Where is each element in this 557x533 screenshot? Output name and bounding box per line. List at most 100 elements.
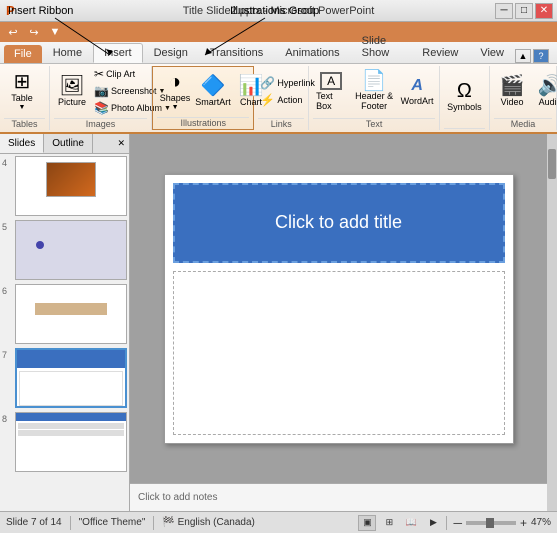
maximize-button[interactable]: □ <box>515 3 533 19</box>
zoom-out-button[interactable]: ─ <box>451 516 464 530</box>
theme-info: "Office Theme" <box>79 517 146 528</box>
slide-number-8: 8 <box>2 412 12 424</box>
tab-review[interactable]: Review <box>411 43 469 63</box>
symbols-icon: Ω <box>457 81 472 101</box>
slide-item-5[interactable]: 5 <box>2 220 127 280</box>
textbox-icon: A <box>320 72 342 90</box>
ribbon-group-media: 🎬 Video 🔊 Audio Media <box>490 66 557 130</box>
ribbon-group-symbols: Ω Symbols <box>440 66 490 130</box>
links-group-content: 🔗 Hyperlink ⚡ Action <box>258 66 304 116</box>
redo-button[interactable]: ↪ <box>25 24 43 40</box>
tab-slideshow[interactable]: Slide Show <box>351 31 412 63</box>
slide-panel-tabs: Slides Outline ✕ <box>0 134 129 154</box>
content-scrollbar[interactable] <box>547 134 557 511</box>
qat-dropdown[interactable]: ▼ <box>46 24 64 40</box>
textbox-button[interactable]: A Text Box <box>313 70 349 113</box>
links-col: 🔗 Hyperlink ⚡ Action <box>258 75 316 108</box>
notes-area[interactable]: Click to add notes <box>130 483 547 511</box>
header-footer-icon: 📄 <box>362 71 387 91</box>
slide-4-image <box>46 162 96 197</box>
window-controls: ─ □ ✕ <box>495 3 553 19</box>
zoom-in-button[interactable]: + <box>518 516 529 530</box>
picture-button[interactable]: 🖼 Picture <box>54 74 90 109</box>
ribbon-content: ⊞ Table ▼ Tables 🖼 Picture ✂ Clip Art 📷 … <box>0 64 557 134</box>
language-info: 🏁 English (Canada) <box>162 517 255 528</box>
images-group-content: 🖼 Picture ✂ Clip Art 📷 Screenshot ▼ 📚 Ph… <box>54 66 147 116</box>
tab-view[interactable]: View <box>469 43 515 63</box>
symbols-button[interactable]: Ω Symbols <box>444 79 485 114</box>
smartart-button[interactable]: 🔷 SmartArt <box>195 74 231 109</box>
normal-view-button[interactable]: ▣ <box>358 515 376 531</box>
shapes-button[interactable]: ◑ Shapes ▼ <box>157 70 193 113</box>
panel-close-button[interactable]: ✕ <box>113 134 129 153</box>
tab-home[interactable]: Home <box>42 43 93 63</box>
slideshow-button[interactable]: ▶ <box>424 515 442 531</box>
photo-album-icon: 📚 <box>94 101 109 115</box>
slide-canvas-wrapper: Click to add title <box>130 134 547 483</box>
slide-thumb-7 <box>15 348 127 408</box>
smartart-icon: 🔷 <box>201 76 226 96</box>
content-area: Click to add title Click to add notes <box>130 134 547 511</box>
zoom-level[interactable]: 47% <box>531 517 551 528</box>
header-footer-button[interactable]: 📄 Header & Footer <box>351 69 397 114</box>
tab-outline[interactable]: Outline <box>44 134 93 153</box>
slide-canvas: Click to add title <box>164 174 514 444</box>
tables-group-label: Tables <box>4 118 45 130</box>
status-divider-2 <box>153 516 154 530</box>
illustrations-group-content: ◑ Shapes ▼ 🔷 SmartArt 📊 Chart <box>157 67 249 115</box>
media-group-label: Media <box>494 118 552 130</box>
action-icon: ⚡ <box>260 93 275 107</box>
status-right: ▣ ⊞ 📖 ▶ ─ + 47% <box>358 515 551 531</box>
tab-transitions[interactable]: Transitions <box>199 43 274 63</box>
slide-item-8[interactable]: 8 <box>2 412 127 472</box>
images-group-label: Images <box>54 118 147 130</box>
tab-animations[interactable]: Animations <box>274 43 350 63</box>
ribbon-collapse-button[interactable]: ▲ <box>515 49 531 63</box>
minimize-button[interactable]: ─ <box>495 3 513 19</box>
video-button[interactable]: 🎬 Video <box>494 74 530 109</box>
action-button[interactable]: ⚡ Action <box>258 92 316 108</box>
undo-button[interactable]: ↩ <box>4 24 22 40</box>
slide-8-line1 <box>18 423 124 429</box>
qat-area: ↩ ↪ ▼ <box>0 22 557 42</box>
wordart-icon: A <box>411 77 423 95</box>
slide-content-area[interactable] <box>173 271 505 435</box>
slide-number-4: 4 <box>2 156 12 168</box>
slide-8-header <box>16 413 126 421</box>
close-button[interactable]: ✕ <box>535 3 553 19</box>
reading-view-button[interactable]: 📖 <box>402 515 420 531</box>
tab-file[interactable]: File <box>4 45 42 63</box>
hyperlink-button[interactable]: 🔗 Hyperlink <box>258 75 316 91</box>
slide-item-6[interactable]: 6 <box>2 284 127 344</box>
slide-thumb-5 <box>15 220 127 280</box>
tab-slides[interactable]: Slides <box>0 134 44 153</box>
text-group-content: A Text Box 📄 Header & Footer A WordArt <box>313 66 435 116</box>
slide-title-area[interactable]: Click to add title <box>173 183 505 263</box>
help-button[interactable]: ? <box>533 49 549 63</box>
slide-number-7: 7 <box>2 348 12 360</box>
audio-button[interactable]: 🔊 Audio <box>532 74 557 109</box>
illustrations-group-label: Illustrations <box>157 117 249 129</box>
slide-7-title <box>17 350 125 368</box>
tab-insert[interactable]: Insert <box>93 43 143 63</box>
table-icon: ⊞ <box>14 72 31 92</box>
slide-8-line2 <box>18 430 124 436</box>
ribbon-group-links: 🔗 Hyperlink ⚡ Action Links <box>254 66 309 130</box>
text-group-label: Text <box>313 118 435 130</box>
ribbon-group-text: A Text Box 📄 Header & Footer A WordArt T… <box>309 66 440 130</box>
tab-design[interactable]: Design <box>143 43 199 63</box>
slide-title-placeholder: Click to add title <box>275 212 402 233</box>
main-area: Slides Outline ✕ 4 5 6 <box>0 134 557 511</box>
slide-item-7[interactable]: 7 <box>2 348 127 408</box>
slide-number-6: 6 <box>2 284 12 296</box>
wordart-button[interactable]: A WordArt <box>399 75 435 108</box>
notes-placeholder: Click to add notes <box>138 492 218 503</box>
clip-art-icon: ✂ <box>94 67 104 81</box>
quick-access-toolbar: ↩ ↪ ▼ <box>0 22 557 42</box>
slide-item-4[interactable]: 4 <box>2 156 127 216</box>
ribbon-group-images: 🖼 Picture ✂ Clip Art 📷 Screenshot ▼ 📚 Ph… <box>50 66 152 130</box>
slide-5-dot <box>36 241 44 249</box>
slide-sorter-button[interactable]: ⊞ <box>380 515 398 531</box>
table-button[interactable]: ⊞ Table ▼ <box>4 70 40 113</box>
zoom-slider[interactable] <box>466 521 516 525</box>
